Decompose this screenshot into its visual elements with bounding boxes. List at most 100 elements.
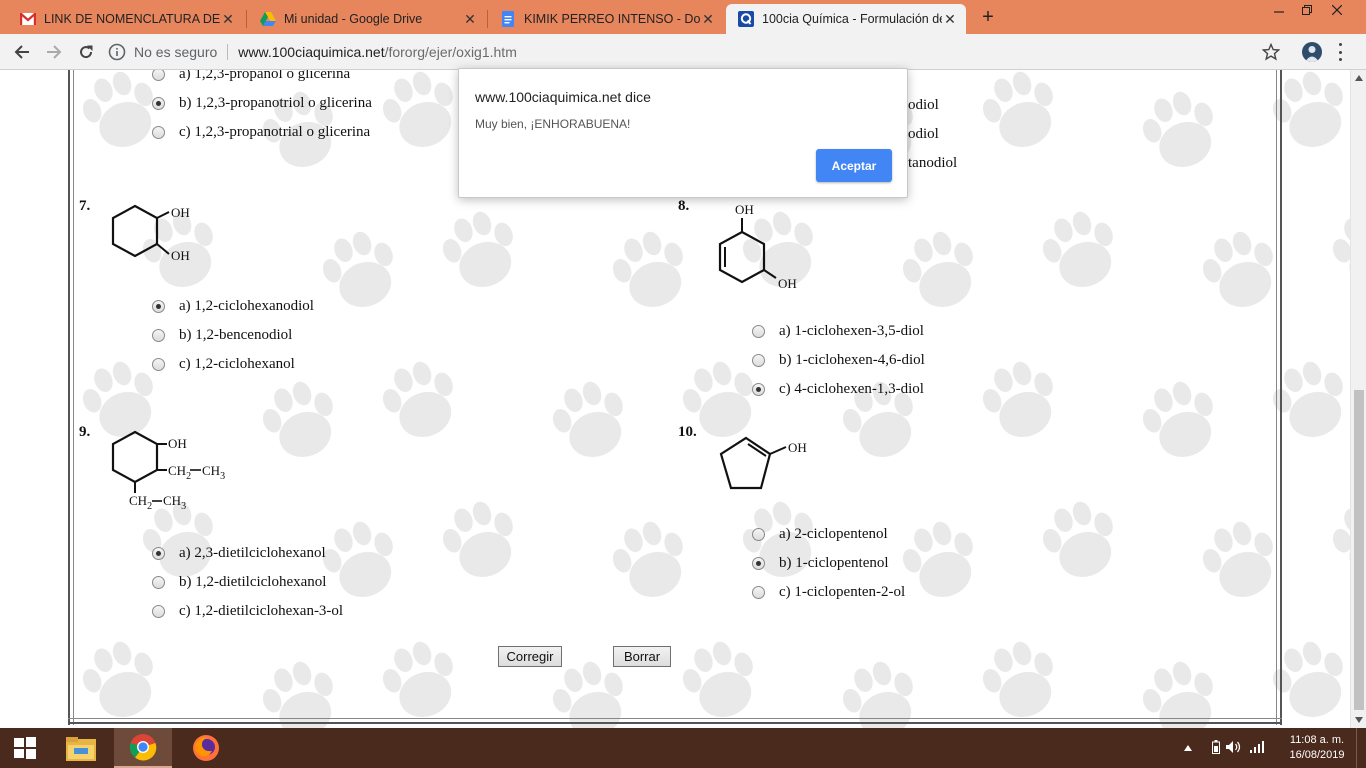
file-explorer-icon[interactable] — [56, 728, 106, 768]
close-icon[interactable]: ✕ — [220, 11, 236, 28]
q9-option-c[interactable]: c) 1,2-dietilciclohexan-3-ol — [152, 603, 343, 620]
address-bar[interactable]: No es seguro www.100ciaquimica.net /foro… — [108, 38, 1288, 66]
back-arrow-icon[interactable] — [10, 40, 34, 64]
fragment-text: odiol — [908, 97, 939, 113]
minimize-icon[interactable] — [1264, 0, 1294, 24]
reload-icon[interactable] — [74, 40, 98, 64]
tray-expand-icon[interactable] — [1184, 742, 1196, 754]
q-right-fragment-1: odiol — [908, 97, 939, 114]
q6-option-b[interactable]: b) 1,2,3-propanotriol o glicerina — [152, 95, 372, 112]
q8-structure-image: OH OH — [718, 202, 797, 291]
q7-radio-c[interactable] — [152, 358, 165, 371]
q9-option-a[interactable]: a) 2,3-dietilciclohexanol — [152, 545, 326, 562]
q10-radio-a[interactable] — [752, 528, 765, 541]
taskbar-clock[interactable]: 11:08 a. m. 16/08/2019 — [1282, 733, 1352, 763]
volume-icon[interactable] — [1226, 740, 1242, 757]
q7-structure-image: OH OH — [111, 204, 190, 263]
show-desktop-button[interactable] — [1356, 728, 1366, 768]
q10-option-b-label: b) 1-ciclopentenol — [779, 555, 889, 571]
bookmark-star-icon[interactable] — [1261, 42, 1281, 61]
tab-google-docs[interactable]: KIMIK PERREO INTENSO - Docum ✕ — [488, 4, 724, 34]
q9-radio-c[interactable] — [152, 605, 165, 618]
q6-radio-c[interactable] — [152, 126, 165, 139]
tab-title: KIMIK PERREO INTENSO - Docum — [524, 12, 700, 26]
q10-option-a-label: a) 2-ciclopentenol — [779, 526, 888, 542]
window-close-icon[interactable] — [1322, 0, 1352, 24]
q9-ch3-label-bottom: CH3 — [163, 493, 186, 512]
q7-radio-b[interactable] — [152, 329, 165, 342]
q8-radio-b[interactable] — [752, 354, 765, 367]
close-icon[interactable]: ✕ — [462, 11, 478, 28]
tab-100ciaquimica[interactable]: 100cia Química - Formulación de ✕ — [726, 4, 966, 34]
q6-radio-b[interactable] — [152, 97, 165, 110]
accept-button[interactable]: Aceptar — [816, 149, 892, 182]
security-label: No es seguro — [134, 44, 218, 60]
q10-number: 10. — [678, 424, 697, 440]
q9-ch2-text: CH — [168, 463, 186, 478]
check-button[interactable]: Corregir — [498, 646, 562, 667]
q6-option-a[interactable]: a) 1,2,3-propanol o glicerina — [152, 70, 350, 83]
q8-number: 8. — [678, 198, 690, 214]
info-icon[interactable] — [108, 43, 126, 61]
page-frame-left — [68, 70, 74, 725]
q10-option-c[interactable]: c) 1-ciclopenten-2-ol — [752, 584, 905, 601]
tab-google-drive[interactable]: Mi unidad - Google Drive ✕ — [248, 4, 486, 34]
q9-ch2-bottom-text: CH — [129, 493, 147, 508]
q8-radio-c[interactable] — [752, 383, 765, 396]
battery-icon[interactable] — [1212, 739, 1220, 757]
q7-oh-label-2: OH — [171, 248, 190, 263]
q10-option-b[interactable]: b) 1-ciclopentenol — [752, 555, 889, 572]
forward-arrow-icon[interactable] — [42, 40, 66, 64]
q8-option-b[interactable]: b) 1-ciclohexen-4,6-diol — [752, 352, 925, 369]
q8-oh-label-2: OH — [778, 276, 797, 291]
browser-toolbar: No es seguro www.100ciaquimica.net /foro… — [0, 34, 1366, 70]
q10-radio-c[interactable] — [752, 586, 765, 599]
dialog-title: www.100ciaquimica.net dice — [475, 89, 651, 105]
tab-separator — [246, 10, 247, 28]
q7-option-c[interactable]: c) 1,2-ciclohexanol — [152, 356, 295, 373]
q9-option-b[interactable]: b) 1,2-dietilciclohexanol — [152, 574, 327, 591]
q9-radio-b[interactable] — [152, 576, 165, 589]
restore-icon[interactable] — [1292, 0, 1322, 24]
q7-option-b[interactable]: b) 1,2-bencenodiol — [152, 327, 292, 344]
firefox-icon[interactable] — [180, 728, 232, 768]
q8-option-c[interactable]: c) 4-ciclohexen-1,3-diol — [752, 381, 924, 398]
windows-start-icon[interactable] — [0, 728, 50, 768]
scroll-up-arrow-icon[interactable] — [1351, 70, 1366, 86]
menu-icon[interactable] — [1336, 43, 1344, 61]
clock-time: 11:08 a. m. — [1289, 734, 1345, 746]
tab-strip: LINK DE NOMENCLATURA DE AL ✕ Mi unidad -… — [0, 0, 1366, 34]
q9-option-b-label: b) 1,2-dietilciclohexanol — [179, 574, 327, 590]
fragment-text: tanodiol — [908, 155, 958, 171]
tab-gmail[interactable]: LINK DE NOMENCLATURA DE AL ✕ — [8, 4, 244, 34]
network-signal-icon[interactable] — [1250, 740, 1266, 756]
q6-radio-a[interactable] — [152, 70, 165, 81]
profile-avatar[interactable] — [1302, 42, 1322, 62]
close-icon[interactable]: ✕ — [942, 11, 958, 28]
address-divider — [227, 44, 229, 60]
q7-radio-a[interactable] — [152, 300, 165, 313]
scrollbar-thumb[interactable] — [1354, 390, 1364, 710]
google-docs-icon — [500, 11, 516, 27]
q8-radio-a[interactable] — [752, 325, 765, 338]
q10-option-a[interactable]: a) 2-ciclopentenol — [752, 526, 888, 543]
tab-title: Mi unidad - Google Drive — [284, 12, 423, 26]
scroll-down-arrow-icon[interactable] — [1351, 712, 1366, 728]
chrome-icon[interactable] — [114, 728, 172, 768]
q9-ch2-bottom-subscript: 2 — [147, 501, 152, 512]
q10-radio-b[interactable] — [752, 557, 765, 570]
q8-option-b-label: b) 1-ciclohexen-4,6-diol — [779, 352, 925, 368]
q7-option-a[interactable]: a) 1,2-ciclohexanodiol — [152, 298, 314, 315]
close-icon[interactable]: ✕ — [700, 11, 716, 28]
q9-ch3-bottom-subscript: 3 — [181, 501, 186, 512]
clock-date: 16/08/2019 — [1289, 749, 1345, 761]
q6-option-c[interactable]: c) 1,2,3-propanotrial o glicerina — [152, 124, 370, 141]
dialog-message: Muy bien, ¡ENHORABUENA! — [475, 117, 631, 131]
q9-radio-a[interactable] — [152, 547, 165, 560]
clear-button[interactable]: Borrar — [613, 646, 671, 667]
q8-option-a[interactable]: a) 1-ciclohexen-3,5-diol — [752, 323, 924, 340]
new-tab-button[interactable]: + — [978, 6, 998, 28]
vertical-scrollbar[interactable] — [1350, 70, 1366, 728]
tab-title: 100cia Química - Formulación de — [762, 12, 942, 26]
windows-taskbar: 11:08 a. m. 16/08/2019 — [0, 728, 1366, 768]
